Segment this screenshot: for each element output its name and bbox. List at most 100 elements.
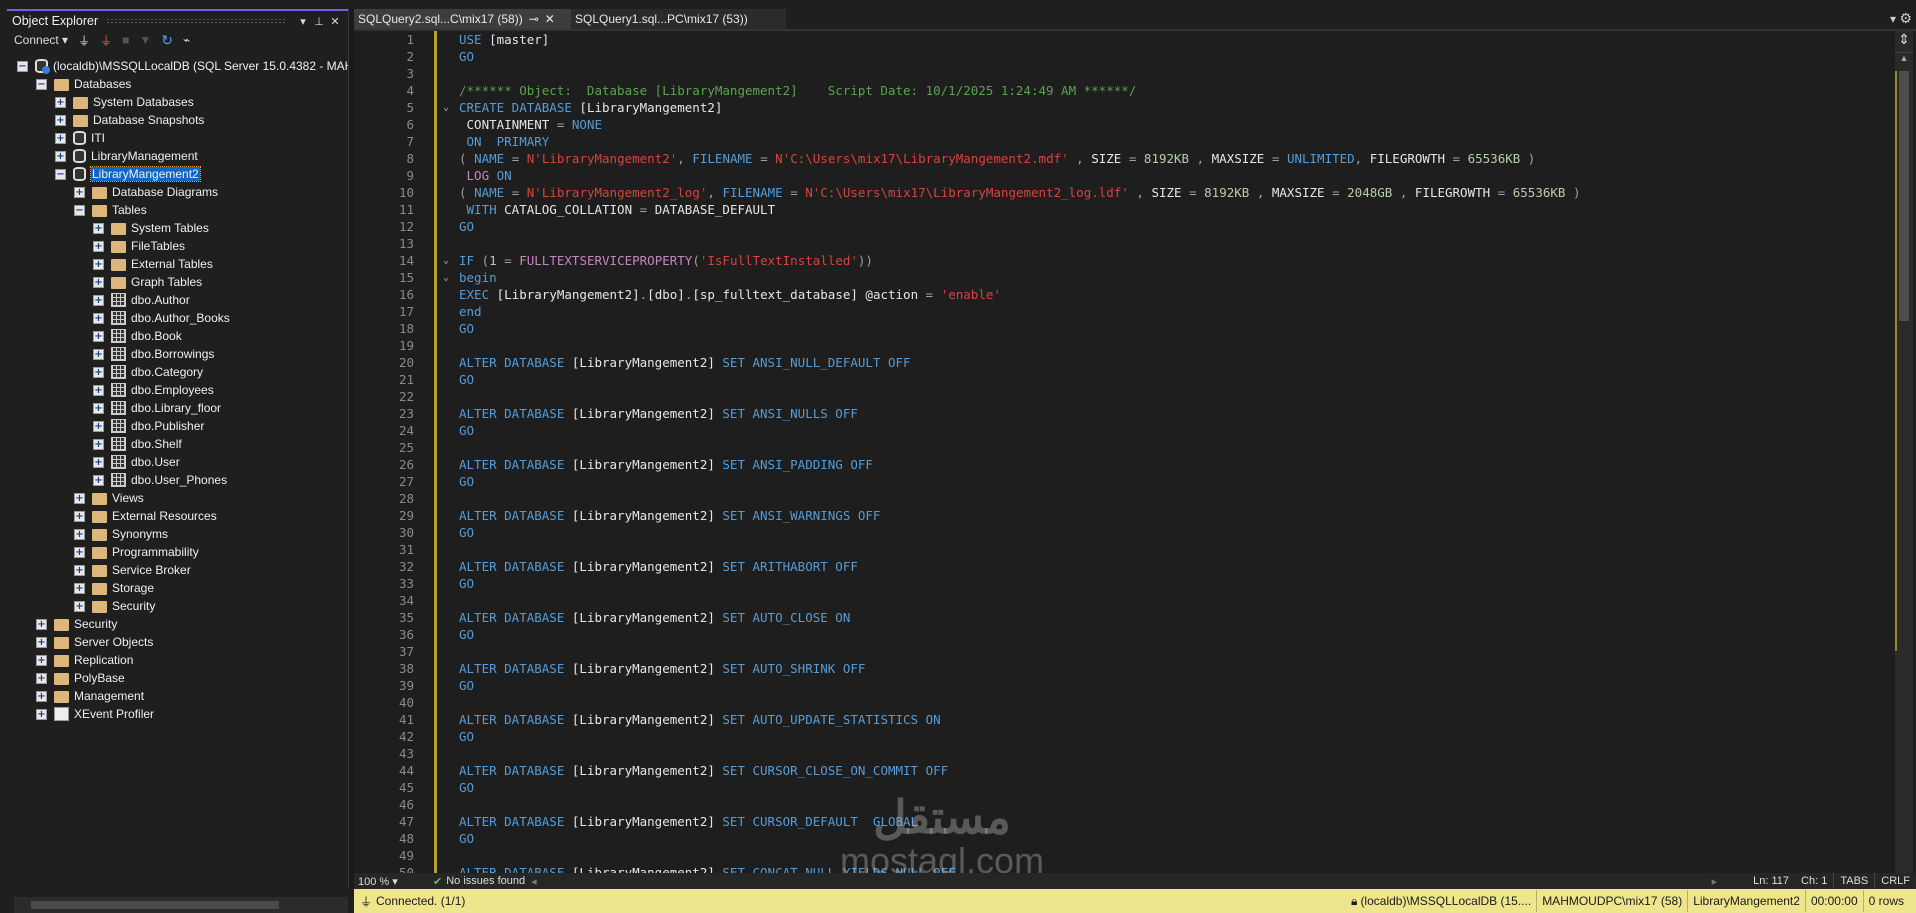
tree-node-label[interactable]: Security xyxy=(112,599,155,613)
code-line[interactable]: GO xyxy=(459,575,474,592)
split-editor-icon[interactable]: ⇕ xyxy=(1895,31,1913,53)
code-line[interactable]: ALTER DATABASE [LibraryMangement2] SET A… xyxy=(459,711,941,728)
tree-node-label[interactable]: Tables xyxy=(112,203,147,217)
expand-icon[interactable]: + xyxy=(74,528,85,540)
fold-chevron-icon[interactable]: ⌄ xyxy=(443,252,449,269)
tab-sqlquery2[interactable]: SQLQuery2.sql...C\mix17 (58)) ⊸ ✕ xyxy=(354,9,571,29)
tab-sqlquery1[interactable]: SQLQuery1.sql...PC\mix17 (53)) xyxy=(571,9,786,29)
tree-node[interactable]: + dbo.Category xyxy=(93,363,203,381)
tree-node-label[interactable]: dbo.User_Phones xyxy=(131,473,227,487)
tree-node[interactable]: + LibraryManagement xyxy=(55,147,198,165)
horizontal-scrollbar[interactable] xyxy=(14,897,348,913)
tree-node-label[interactable]: dbo.Borrowings xyxy=(131,347,214,361)
tree-node[interactable]: + Graph Tables xyxy=(93,273,202,291)
tree-node-label[interactable]: LibraryManagement xyxy=(91,149,198,163)
code-line[interactable]: ( NAME = N'LibraryMangement2_log', FILEN… xyxy=(459,184,1581,201)
tree-node-label[interactable]: dbo.User xyxy=(131,455,180,469)
expand-icon[interactable]: + xyxy=(93,276,104,288)
code-line[interactable]: ALTER DATABASE [LibraryMangement2] SET C… xyxy=(459,762,948,779)
tree-node[interactable]: + FileTables xyxy=(93,237,185,255)
close-tab-icon[interactable]: ✕ xyxy=(545,12,555,26)
tree-node-label[interactable]: Synonyms xyxy=(112,527,168,541)
vertical-scrollbar[interactable]: ⇕ ▲ xyxy=(1895,31,1913,873)
expand-icon[interactable]: + xyxy=(93,258,104,270)
tree-node[interactable]: + Server Objects xyxy=(36,633,153,651)
tree-node[interactable]: + PolyBase xyxy=(36,669,125,687)
dropdown-icon[interactable]: ▾ xyxy=(295,15,311,28)
zoom-dropdown[interactable]: 100 % ▾ xyxy=(354,875,429,888)
code-editor[interactable]: 1 2 3 4 5 6 7 8 9 10 11 12 13 14 15 16 17 18 19 20 21 22 23 24 2… xyxy=(354,29,1916,873)
code-line[interactable]: GO xyxy=(459,524,474,541)
expand-icon[interactable]: + xyxy=(55,114,66,126)
tree-node-label[interactable]: Databases xyxy=(74,77,131,91)
code-line[interactable]: GO xyxy=(459,830,474,847)
expand-icon[interactable]: + xyxy=(74,564,85,576)
code-line[interactable]: ALTER DATABASE [LibraryMangement2] SET A… xyxy=(459,405,858,422)
line-ending-indicator[interactable]: CRLF xyxy=(1874,873,1916,889)
code-line[interactable]: EXEC [LibraryMangement2].[dbo].[sp_fullt… xyxy=(459,286,1001,303)
expand-icon[interactable]: + xyxy=(74,582,85,594)
tree-node[interactable]: + Database Snapshots xyxy=(55,111,204,129)
tree-node[interactable]: + Security xyxy=(74,597,155,615)
connect-button[interactable]: Connect ▾ xyxy=(14,33,68,47)
code-line[interactable]: ON PRIMARY xyxy=(459,133,550,150)
tree-node[interactable]: + External Resources xyxy=(74,507,217,525)
tree-node[interactable]: + ITI xyxy=(55,129,105,147)
code-line[interactable]: GO xyxy=(459,779,474,796)
tree-node[interactable]: + Management xyxy=(36,687,144,705)
tree-node-label[interactable]: Server Objects xyxy=(74,635,153,649)
tree-node[interactable]: + Synonyms xyxy=(74,525,168,543)
tree-node-label[interactable]: External Tables xyxy=(131,257,213,271)
tree-node-label[interactable]: dbo.Library_floor xyxy=(131,401,221,415)
tree-node[interactable]: + dbo.Author_Books xyxy=(93,309,230,327)
gear-icon[interactable]: ⚙ xyxy=(1899,10,1912,27)
code-line[interactable]: GO xyxy=(459,371,474,388)
filter-icon[interactable]: ▼ xyxy=(139,33,151,47)
tree-node-label[interactable]: System Databases xyxy=(93,95,194,109)
tree-node-label[interactable]: Service Broker xyxy=(112,563,191,577)
expand-icon[interactable]: + xyxy=(93,474,104,486)
tree-node[interactable]: + Programmability xyxy=(74,543,199,561)
tab-list-dropdown-icon[interactable]: ▾ xyxy=(1890,12,1896,26)
expand-icon[interactable]: + xyxy=(93,240,104,252)
code-line[interactable]: ⌄ IF (1 = FULLTEXTSERVICEPROPERTY('IsFull… xyxy=(443,252,873,269)
expand-icon[interactable]: + xyxy=(93,438,104,450)
stop-icon[interactable]: ■ xyxy=(122,33,129,47)
code-line[interactable]: GO xyxy=(459,677,474,694)
tabs-indicator[interactable]: TABS xyxy=(1833,873,1874,889)
expand-icon[interactable]: + xyxy=(74,492,85,504)
expand-icon[interactable]: + xyxy=(93,420,104,432)
tree-node-label[interactable]: External Resources xyxy=(112,509,217,523)
tree-node[interactable]: + Database Diagrams xyxy=(74,183,218,201)
code-line[interactable]: USE [master] xyxy=(459,31,549,48)
expand-icon[interactable]: + xyxy=(36,636,47,648)
expand-icon[interactable]: + xyxy=(93,384,104,396)
code-line[interactable]: ALTER DATABASE [LibraryMangement2] SET A… xyxy=(459,507,880,524)
expand-icon[interactable]: + xyxy=(93,456,104,468)
expand-icon[interactable]: + xyxy=(93,366,104,378)
scrollbar-thumb[interactable] xyxy=(1899,71,1909,321)
code-line[interactable]: ALTER DATABASE [LibraryMangement2] SET A… xyxy=(459,354,911,371)
scroll-right-icon[interactable]: ▸ xyxy=(1712,875,1718,888)
tree-node-label[interactable]: XEvent Profiler xyxy=(74,707,154,721)
pin-icon[interactable]: ⊥ xyxy=(311,15,327,28)
tree-node-label[interactable]: dbo.Book xyxy=(131,329,182,343)
tree-node-label[interactable]: FileTables xyxy=(131,239,185,253)
code-line[interactable]: ALTER DATABASE [LibraryMangement2] SET A… xyxy=(459,660,865,677)
code-line[interactable]: CONTAINMENT = NONE xyxy=(459,116,603,133)
tree-node-label[interactable]: Database Snapshots xyxy=(93,113,204,127)
fold-chevron-icon[interactable]: ⌄ xyxy=(443,99,449,116)
tree-node[interactable]: + dbo.Author xyxy=(93,291,190,309)
expand-icon[interactable]: + xyxy=(55,150,66,162)
code-line[interactable]: GO xyxy=(459,728,474,745)
pin-icon[interactable]: ⊸ xyxy=(529,12,539,26)
tree-node-label[interactable]: Programmability xyxy=(112,545,199,559)
tree-node-label[interactable]: dbo.Author_Books xyxy=(131,311,230,325)
code-line[interactable]: ALTER DATABASE [LibraryMangement2] SET A… xyxy=(459,558,858,575)
tree-node[interactable]: + dbo.Publisher xyxy=(93,417,204,435)
expand-icon[interactable]: + xyxy=(36,618,47,630)
tree-node[interactable]: + dbo.User_Phones xyxy=(93,471,227,489)
expand-icon[interactable]: + xyxy=(55,132,66,144)
code-line[interactable]: /****** Object: Database [LibraryMangeme… xyxy=(459,82,1136,99)
expand-icon[interactable]: + xyxy=(74,186,85,198)
